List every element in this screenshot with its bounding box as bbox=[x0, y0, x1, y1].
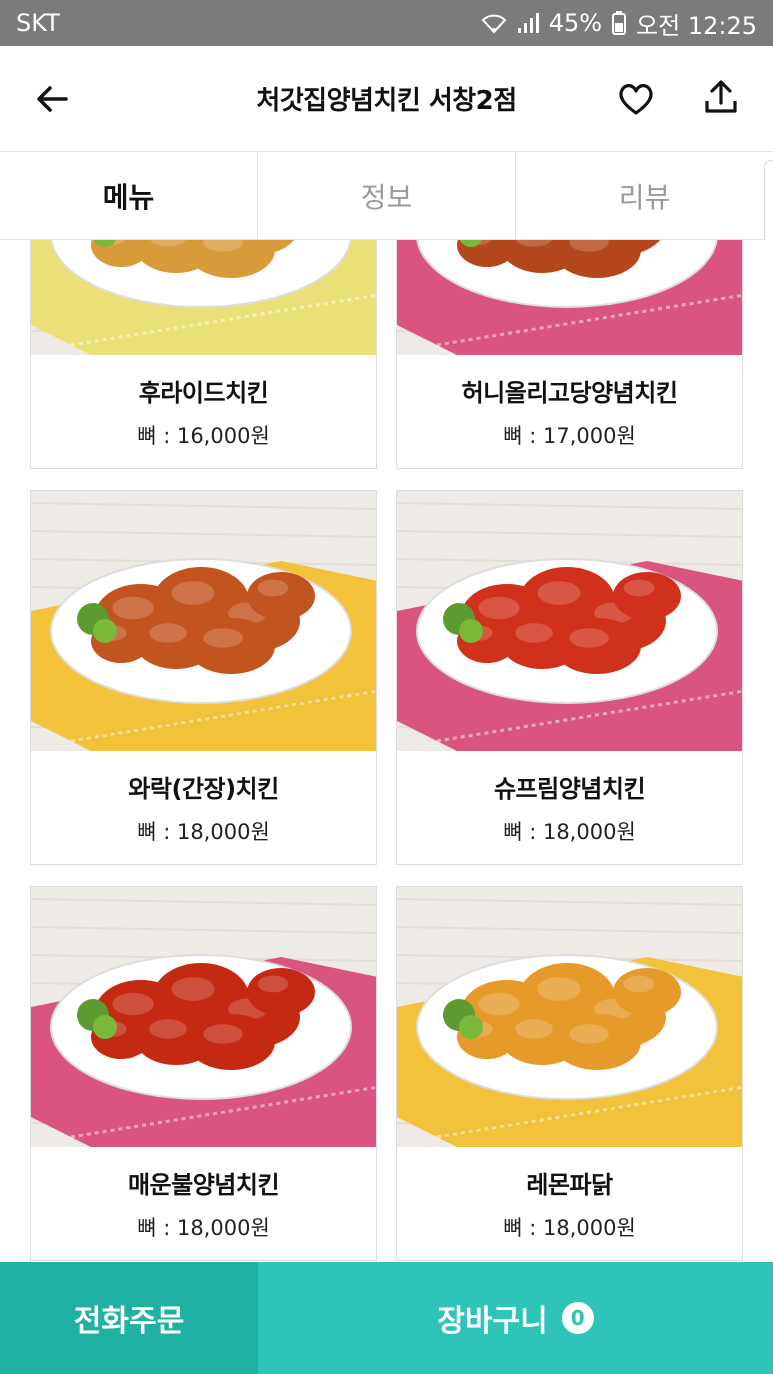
menu-image bbox=[397, 491, 742, 751]
menu-card[interactable]: 레몬파닭 뼈 : 18,000원 bbox=[396, 886, 743, 1261]
battery-percent: 45% bbox=[548, 9, 603, 37]
chicken-highlight bbox=[112, 596, 154, 620]
chicken-highlight bbox=[203, 628, 243, 648]
menu-image bbox=[31, 887, 376, 1147]
chicken-highlight bbox=[149, 1019, 187, 1039]
menu-image bbox=[397, 240, 742, 355]
heart-icon[interactable] bbox=[616, 79, 656, 119]
menu-price: 뼈 : 18,000원 bbox=[137, 820, 270, 844]
food-illustration bbox=[397, 240, 742, 355]
chicken-highlight bbox=[203, 1024, 243, 1044]
chicken-piece bbox=[613, 572, 681, 620]
menu-name: 허니올리고당양념치킨 bbox=[461, 379, 678, 407]
lettuce-garnish bbox=[459, 619, 483, 643]
tab-review[interactable]: 리뷰 bbox=[516, 152, 773, 239]
food-illustration bbox=[31, 887, 376, 1147]
chicken-highlight bbox=[569, 1024, 609, 1044]
food-illustration bbox=[31, 240, 376, 355]
food-illustration bbox=[397, 887, 742, 1147]
chicken-highlight bbox=[623, 975, 655, 993]
share-icon[interactable] bbox=[701, 77, 741, 117]
menu-name: 슈프림양념치킨 bbox=[493, 775, 646, 803]
clock: 오전 12:25 bbox=[636, 11, 757, 40]
menu-card[interactable]: 슈프림양념치킨 뼈 : 18,000원 bbox=[396, 490, 743, 865]
menu-card[interactable]: 후라이드치킨 뼈 : 16,000원 bbox=[30, 240, 377, 469]
carrier-label: SKT bbox=[16, 9, 60, 37]
menu-image bbox=[31, 491, 376, 751]
lettuce-garnish bbox=[93, 619, 117, 643]
tab-info[interactable]: 정보 bbox=[258, 152, 516, 239]
status-bar: SKT 45% 오전 12:25 bbox=[0, 0, 773, 46]
menu-image bbox=[397, 887, 742, 1147]
chicken-highlight bbox=[112, 992, 154, 1016]
wifi-icon bbox=[481, 12, 507, 34]
lettuce-garnish bbox=[459, 1015, 483, 1039]
cart-count-badge: 0 bbox=[561, 1302, 594, 1334]
tab-menu[interactable]: 메뉴 bbox=[0, 152, 258, 239]
food-illustration bbox=[397, 491, 742, 751]
chicken-highlight bbox=[515, 623, 553, 643]
menu-price: 뼈 : 18,000원 bbox=[503, 1216, 636, 1240]
chicken-highlight bbox=[171, 581, 215, 605]
lettuce-garnish bbox=[93, 1015, 117, 1039]
chicken-highlight bbox=[537, 977, 581, 1001]
store-title: 처갓집양념치킨 서창2점 bbox=[256, 86, 517, 116]
chicken-highlight bbox=[623, 579, 655, 597]
chicken-highlight bbox=[171, 977, 215, 1001]
menu-name: 후라이드치킨 bbox=[138, 379, 269, 407]
chicken-highlight bbox=[569, 628, 609, 648]
menu-grid: 후라이드치킨 뼈 : 16,000원 허니올리고당양념치킨 뼈 : 17,000… bbox=[0, 240, 773, 1262]
menu-image bbox=[31, 240, 376, 355]
tab-bar: 메뉴 정보 리뷰 bbox=[0, 152, 773, 240]
chicken-highlight bbox=[149, 623, 187, 643]
menu-price: 뼈 : 18,000원 bbox=[503, 820, 636, 844]
cart-button[interactable]: 장바구니 0 bbox=[258, 1262, 773, 1374]
store-header: 처갓집양념치킨 서창2점 bbox=[0, 46, 773, 152]
menu-name: 레몬파닭 bbox=[526, 1171, 613, 1199]
menu-card[interactable]: 와락(간장)치킨 뼈 : 18,000원 bbox=[30, 490, 377, 865]
chicken-highlight bbox=[478, 596, 520, 620]
menu-price: 뼈 : 17,000원 bbox=[503, 424, 636, 448]
chicken-highlight bbox=[537, 581, 581, 605]
chicken-highlight bbox=[257, 579, 289, 597]
signal-icon bbox=[517, 12, 539, 34]
chicken-highlight bbox=[515, 1019, 553, 1039]
chicken-piece bbox=[247, 572, 315, 620]
chicken-piece bbox=[613, 968, 681, 1016]
chicken-highlight bbox=[478, 992, 520, 1016]
food-illustration bbox=[31, 491, 376, 751]
menu-name: 와락(간장)치킨 bbox=[128, 775, 279, 803]
menu-price: 뼈 : 18,000원 bbox=[137, 1216, 270, 1240]
cart-label: 장바구니 bbox=[437, 1304, 548, 1339]
chicken-piece bbox=[247, 968, 315, 1016]
menu-price: 뼈 : 16,000원 bbox=[137, 424, 270, 448]
menu-card[interactable]: 허니올리고당양념치킨 뼈 : 17,000원 bbox=[396, 240, 743, 469]
phone-order-button[interactable]: 전화주문 bbox=[0, 1262, 258, 1374]
battery-icon bbox=[612, 11, 627, 35]
menu-card[interactable]: 매운불양념치킨 뼈 : 18,000원 bbox=[30, 886, 377, 1261]
chicken-highlight bbox=[257, 975, 289, 993]
menu-name: 매운불양념치킨 bbox=[127, 1171, 280, 1199]
bottom-action-bar: 전화주문 장바구니 0 bbox=[0, 1262, 773, 1374]
